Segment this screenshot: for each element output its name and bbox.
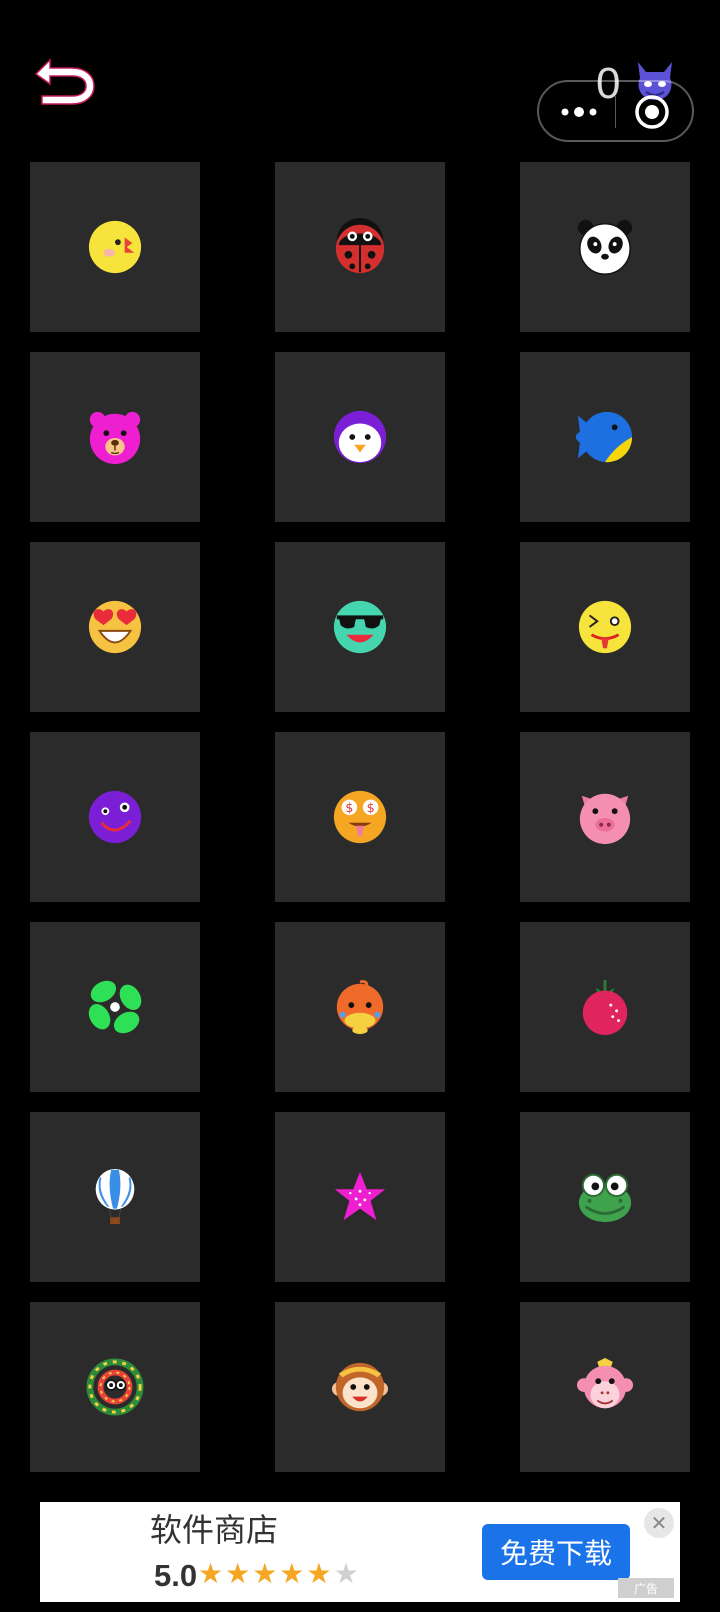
tile-balloon[interactable] xyxy=(30,1112,200,1282)
svg-text:$: $ xyxy=(345,800,353,815)
sunglasses-face-icon xyxy=(333,600,387,654)
empty-star-icon: ★ xyxy=(333,1557,361,1590)
tile-pink-monkey[interactable] xyxy=(520,1302,690,1472)
tile-purple-smiley[interactable] xyxy=(30,732,200,902)
tile-penguin[interactable] xyxy=(275,352,445,522)
tile-clover[interactable] xyxy=(30,922,200,1092)
strawberry-icon xyxy=(582,979,628,1036)
tile-sunglasses[interactable] xyxy=(275,542,445,712)
close-mini-program-button[interactable] xyxy=(631,92,673,132)
tile-panda[interactable] xyxy=(520,162,690,332)
free-download-button[interactable]: 免费下载 xyxy=(482,1524,630,1580)
capsule-divider xyxy=(615,96,616,128)
silly-face-icon xyxy=(578,600,632,654)
pink-starfish-icon xyxy=(334,1171,386,1221)
pink-monkey-face-icon xyxy=(576,1358,634,1409)
tile-pink-bear[interactable] xyxy=(30,352,200,522)
tile-pig[interactable] xyxy=(520,732,690,902)
tile-strawberry[interactable] xyxy=(520,922,690,1092)
panda-face-icon xyxy=(577,219,633,275)
tile-frog[interactable] xyxy=(520,1112,690,1282)
tile-starfish[interactable] xyxy=(275,1112,445,1282)
green-clover-icon xyxy=(88,980,142,1034)
ad-star-rating: ★★★★★★ xyxy=(198,1554,361,1594)
purple-smiley-icon xyxy=(88,790,142,844)
penguin-face-icon xyxy=(333,410,387,464)
pig-face-icon xyxy=(579,793,631,845)
tile-blue-bird[interactable] xyxy=(520,352,690,522)
more-button[interactable] xyxy=(553,92,605,132)
frog-face-icon xyxy=(578,1173,632,1223)
tile-snake[interactable] xyxy=(30,1302,200,1472)
snake-coil-icon xyxy=(86,1358,144,1416)
tile-silly-face[interactable] xyxy=(520,542,690,712)
tile-duck[interactable] xyxy=(275,922,445,1092)
tile-monkey-king[interactable] xyxy=(275,1302,445,1472)
ad-rating-value: 5.0 xyxy=(154,1558,198,1593)
tile-money-eyes[interactable]: $ $ xyxy=(275,732,445,902)
filled-stars-icon: ★★★★★ xyxy=(198,1557,334,1590)
orange-duck-icon xyxy=(336,980,384,1035)
pink-bear-face-icon xyxy=(89,411,141,465)
tile-ladybug[interactable] xyxy=(275,162,445,332)
more-dots-icon xyxy=(561,107,597,117)
back-button[interactable] xyxy=(28,52,100,112)
tile-chick[interactable] xyxy=(30,162,200,332)
blue-bird-icon xyxy=(576,411,633,463)
ad-close-icon[interactable]: ✕ xyxy=(644,1508,674,1538)
heart-eyes-face-icon xyxy=(88,600,142,654)
ad-tag: 广告 xyxy=(618,1578,674,1598)
ad-app-title: 软件商店 xyxy=(150,1511,279,1549)
ladybug-icon xyxy=(335,218,385,274)
money-eyes-face-icon: $ $ xyxy=(333,790,387,844)
target-circle-icon xyxy=(635,95,669,129)
tile-heart-eyes[interactable] xyxy=(30,542,200,712)
monkey-king-face-icon xyxy=(331,1362,389,1412)
svg-text:$: $ xyxy=(367,800,375,815)
ad-banner[interactable]: 软件商店 5.0 ★★★★★★ 免费下载 ✕ 广告 xyxy=(40,1502,680,1602)
chick-face-icon xyxy=(88,220,142,274)
hot-air-balloon-icon xyxy=(95,1168,135,1225)
undo-arrow-icon xyxy=(34,58,95,105)
mini-program-capsule xyxy=(537,80,694,142)
